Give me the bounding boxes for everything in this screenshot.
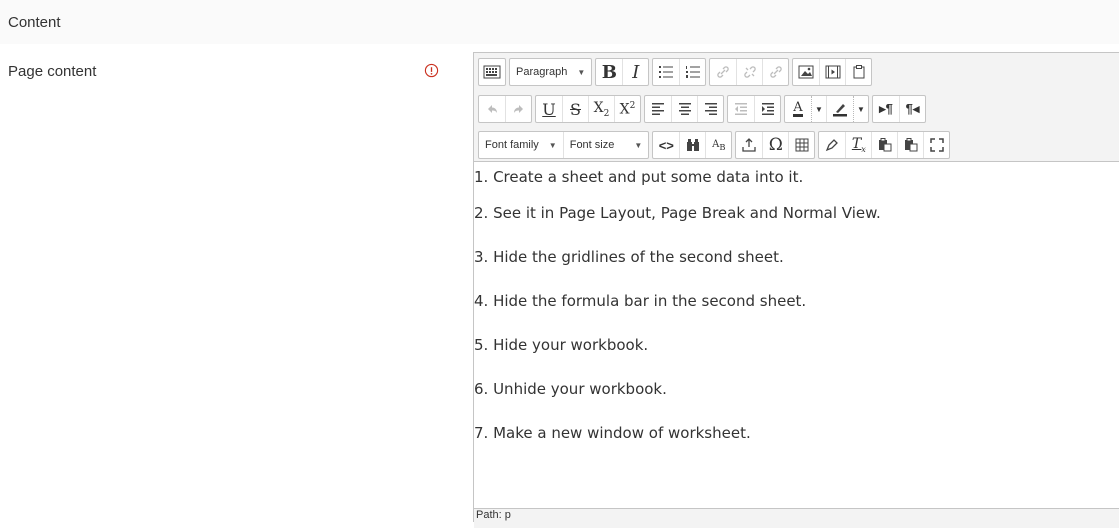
text-color-icon[interactable]: A (785, 96, 811, 122)
content-line-4: 4. Hide the formula bar in the second sh… (474, 292, 807, 310)
text-color-button[interactable]: A ▼ (785, 96, 826, 122)
rich-text-editor: Paragraph ▼ B I U S X2 X2 A ▼ ▼ ▸¶ ¶◂ Fo… (473, 52, 1119, 528)
content-line-2: 2. See it in Page Layout, Page Break and… (474, 204, 881, 222)
content-line-6: 6. Unhide your workbook. (474, 380, 667, 398)
indent-icon[interactable] (754, 96, 780, 122)
media-icon[interactable] (819, 59, 845, 85)
chevron-down-icon[interactable]: ▼ (811, 96, 826, 122)
underline-icon[interactable]: U (536, 96, 562, 122)
paste-word-icon[interactable] (897, 132, 923, 158)
table-icon[interactable] (788, 132, 814, 158)
section-title: Content (8, 14, 61, 31)
align-right-icon[interactable] (697, 96, 723, 122)
section-header: Content (0, 0, 1119, 44)
link-icon[interactable] (710, 59, 736, 85)
italic-icon[interactable]: I (622, 59, 648, 85)
fullscreen-icon[interactable] (923, 132, 949, 158)
clear-format-icon[interactable] (819, 132, 845, 158)
format-select[interactable]: Paragraph ▼ (510, 59, 591, 85)
background-color-icon[interactable] (827, 96, 853, 122)
content-line-3: 3. Hide the gridlines of the second shee… (474, 248, 784, 266)
remove-format-icon[interactable]: Tx (845, 132, 871, 158)
page-content-label: Page content (8, 63, 97, 80)
chevron-down-icon[interactable]: ▼ (853, 96, 868, 122)
bold-icon[interactable]: B (596, 59, 622, 85)
content-line-5: 5. Hide your workbook. (474, 336, 649, 354)
toggle-toolbar-icon[interactable] (479, 59, 505, 85)
element-path[interactable]: Path: p (476, 509, 511, 521)
font-family-select[interactable]: Font family ▼ (479, 132, 563, 158)
toolbar-row-2: U S X2 X2 A ▼ ▼ ▸¶ ¶◂ (478, 94, 926, 124)
insert-file-icon[interactable] (736, 132, 762, 158)
background-color-button[interactable]: ▼ (826, 96, 868, 122)
toolbar-row-1: Paragraph ▼ B I (478, 57, 873, 87)
font-size-select[interactable]: Font size ▼ (562, 132, 649, 158)
format-select-label: Paragraph (516, 66, 568, 78)
find-replace-icon[interactable]: AB (705, 132, 731, 158)
toolbar-row-3: Font family ▼ Font size ▼ <> AB Ω Tx (478, 130, 951, 160)
editor-statusbar: Path: p (474, 508, 1119, 528)
superscript-icon[interactable]: X2 (614, 96, 640, 122)
find-icon[interactable] (679, 132, 705, 158)
redo-icon[interactable] (505, 96, 531, 122)
editor-content-area[interactable]: 1. Create a sheet and put some data into… (474, 161, 1119, 510)
code-icon[interactable]: <> (653, 132, 679, 158)
align-left-icon[interactable] (645, 96, 671, 122)
align-center-icon[interactable] (671, 96, 697, 122)
rtl-icon[interactable]: ¶◂ (899, 96, 925, 122)
chevron-down-icon: ▼ (548, 140, 557, 150)
bullet-list-icon[interactable] (653, 59, 679, 85)
numbered-list-icon[interactable] (679, 59, 705, 85)
font-family-select-label: Font family (485, 139, 539, 151)
paste-text-icon[interactable] (871, 132, 897, 158)
exclamation-circle-icon (424, 63, 439, 78)
undo-icon[interactable] (479, 96, 505, 122)
paste-special-icon[interactable] (845, 59, 871, 85)
ltr-icon[interactable]: ▸¶ (873, 96, 899, 122)
chevron-down-icon: ▼ (634, 140, 643, 150)
font-size-select-label: Font size (569, 139, 615, 151)
subscript-icon[interactable]: X2 (588, 96, 614, 122)
special-char-icon[interactable]: Ω (762, 132, 788, 158)
unlink-icon[interactable] (736, 59, 762, 85)
content-line-1: 1. Create a sheet and put some data into… (474, 168, 804, 186)
outdent-icon[interactable] (728, 96, 754, 122)
content-line-7: 7. Make a new window of worksheet. (474, 424, 751, 442)
chevron-down-icon: ▼ (577, 67, 586, 77)
strikethrough-icon[interactable]: S (562, 96, 588, 122)
image-icon[interactable] (793, 59, 819, 85)
anchor-icon[interactable] (762, 59, 788, 85)
